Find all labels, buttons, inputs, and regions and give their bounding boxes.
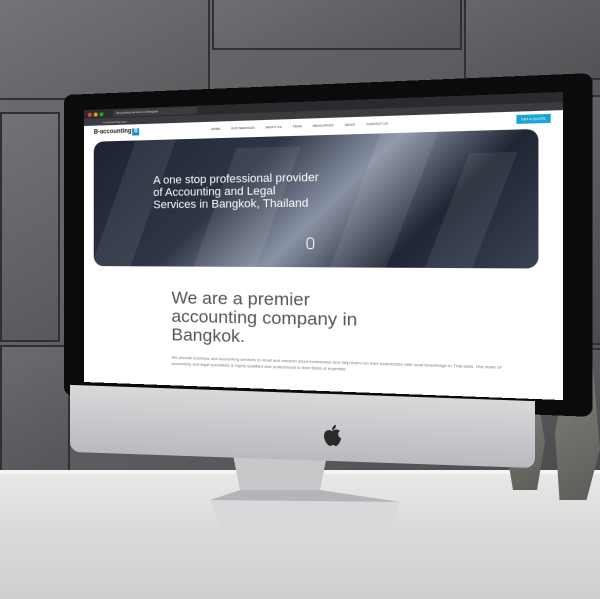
menu-item-resources[interactable]: RESOURCES [313, 123, 334, 128]
url-text: b-accounting.com [103, 119, 127, 124]
website-screen: accounting services in Bangkok b-account… [84, 91, 564, 401]
intro-heading: We are a premier accounting company in B… [171, 287, 358, 347]
site-logo[interactable]: B-accounting B [93, 127, 140, 136]
wall-tile [464, 0, 600, 80]
wall-tile [0, 345, 70, 475]
maximize-window-icon[interactable] [99, 111, 104, 116]
minimize-window-icon[interactable] [93, 111, 98, 117]
close-window-icon[interactable] [87, 112, 92, 117]
menu-item-services[interactable]: OUR SERVICES [231, 126, 255, 131]
main-menu: HOME OUR SERVICES ABOUT US TEAM RESOURCE… [211, 121, 388, 131]
menu-item-home[interactable]: HOME [211, 127, 220, 131]
logo-badge: B [132, 127, 140, 136]
quote-button[interactable]: GET A QUOTE [516, 113, 551, 124]
wall-tile [0, 0, 210, 100]
logo-text: B-accounting [93, 127, 132, 136]
building-facet [330, 131, 439, 268]
hero-headline: A one stop professional provider of Acco… [153, 171, 319, 212]
intro-paragraph: We provide business and accounting servi… [171, 354, 502, 372]
wall-tile [0, 112, 60, 342]
menu-item-contact[interactable]: CONTACT US [366, 121, 388, 126]
wall-tile [212, 0, 462, 50]
apple-icon [324, 425, 341, 446]
menu-item-team[interactable]: TEAM [293, 124, 302, 129]
scroll-down-icon[interactable] [306, 237, 315, 250]
building-facet [424, 151, 518, 269]
menu-item-news[interactable]: NEWS [345, 122, 355, 127]
menu-item-about[interactable]: ABOUT US [265, 125, 281, 130]
hero-banner: A one stop professional provider of Acco… [93, 128, 539, 269]
